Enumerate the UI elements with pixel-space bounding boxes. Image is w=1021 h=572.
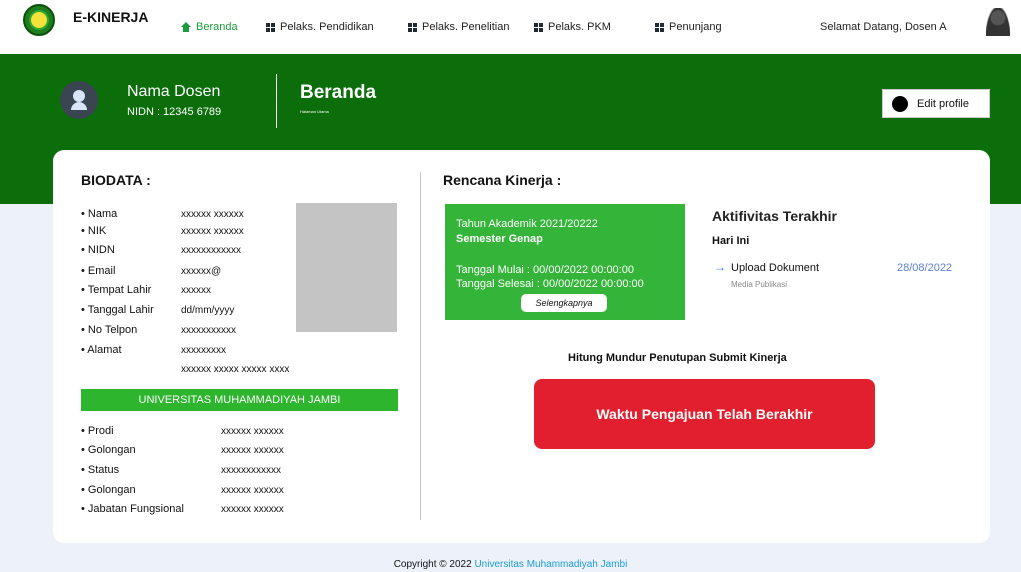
nav-beranda[interactable]: Beranda xyxy=(181,21,238,33)
nav-penelitian-label: Pelaks. Penelitian xyxy=(422,21,510,33)
brand-title[interactable]: E-KINERJA xyxy=(73,9,148,25)
page-subtitle: Halaman Utama xyxy=(300,109,329,114)
bio-label-email: • Email xyxy=(81,265,116,277)
nav-beranda-label: Beranda xyxy=(196,21,238,33)
bio-label-golongan: • Golongan xyxy=(81,444,136,456)
dosen-avatar-icon xyxy=(60,81,98,119)
aktifitas-today: Hari Ini xyxy=(712,235,750,247)
bio-value-nik: xxxxxx xxxxxx xyxy=(181,226,244,237)
grid-icon xyxy=(408,22,417,32)
selengkapnya-button[interactable]: Selengkapnya xyxy=(521,294,607,312)
footer: Copyright © 2022 Universitas Muhammadiya… xyxy=(0,559,1021,570)
profile-photo xyxy=(296,203,397,332)
logo-emblem xyxy=(29,10,49,30)
bio-value-nidn: xxxxxxxxxxxx xyxy=(181,245,241,256)
bio-label-prodi: • Prodi xyxy=(81,425,114,437)
footer-university-link[interactable]: Universitas Muhammadiyah Jambi xyxy=(474,559,627,570)
bio-label-telpon: • No Telpon xyxy=(81,324,138,336)
nav-penunjang[interactable]: Penunjang xyxy=(655,21,722,33)
bio-label-nama: • Nama xyxy=(81,208,118,220)
column-divider xyxy=(420,172,421,520)
edit-profile-button[interactable]: Edit profile xyxy=(882,89,990,118)
bio-value-nama: xxxxxx xxxxxx xyxy=(181,209,244,220)
bio-value-telpon: xxxxxxxxxxx xyxy=(181,325,236,336)
grid-icon xyxy=(266,22,275,32)
bio-label-alamat: • Alamat xyxy=(81,344,122,356)
nav-pkm-label: Pelaks. PKM xyxy=(548,21,611,33)
bio-value-jabatan: xxxxxx xxxxxx xyxy=(221,504,284,515)
aktifitas-title: Aktifivitas Terakhir xyxy=(712,208,838,224)
profile-dot-icon xyxy=(892,95,908,112)
bio-value-email: xxxxxx@ xyxy=(181,266,222,277)
bio-label-tanggal-lahir: • Tanggal Lahir xyxy=(81,304,154,316)
page-title: Beranda xyxy=(300,82,377,103)
tahun-akademik: Tahun Akademik 2021/20222 xyxy=(456,218,598,230)
bio-value-status: xxxxxxxxxxxx xyxy=(221,465,281,476)
footer-copyright: Copyright © 2022 xyxy=(393,559,475,570)
tanggal-mulai: Tanggal Mulai : 00/00/2022 00:00:00 xyxy=(456,264,634,276)
user-avatar-icon[interactable] xyxy=(986,8,1010,36)
arrow-right-icon: → xyxy=(714,260,726,274)
dosen-nidn: NIDN : 12345 6789 xyxy=(127,106,222,118)
nav-pendidikan-label: Pelaks. Pendidikan xyxy=(280,21,374,33)
university-logo[interactable] xyxy=(23,4,55,36)
welcome-text: Selamat Datang, Dosen A xyxy=(820,21,947,33)
grid-icon xyxy=(534,22,543,32)
rencana-kinerja-card: Tahun Akademik 2021/20222 Semester Genap… xyxy=(445,204,685,320)
home-icon xyxy=(181,22,191,32)
bio-value-prodi: xxxxxx xxxxxx xyxy=(221,426,284,437)
aktifitas-item-sub: Media Publikasi xyxy=(731,280,788,289)
nav-pkm[interactable]: Pelaks. PKM xyxy=(534,21,611,33)
bio-label-jabatan: • Jabatan Fungsional xyxy=(81,503,184,515)
deadline-expired-banner: Waktu Pengajuan Telah Berakhir xyxy=(534,379,875,449)
grid-icon xyxy=(655,22,664,32)
nav-penelitian[interactable]: Pelaks. Penelitian xyxy=(408,21,509,33)
bio-label-golongan-2: • Golongan xyxy=(81,484,136,496)
semester: Semester Genap xyxy=(456,233,543,245)
countdown-title: Hitung Mundur Penutupan Submit Kinerja xyxy=(568,352,787,364)
bio-label-nidn: • NIDN xyxy=(81,244,115,256)
tanggal-selesai: Tanggal Selesai : 00/00/2022 00:00:00 xyxy=(456,278,644,290)
bio-label-tempat-lahir: • Tempat Lahir xyxy=(81,284,152,296)
nav-penunjang-label: Penunjang xyxy=(669,21,722,33)
biodata-title: BIODATA : xyxy=(81,172,151,188)
banner-divider xyxy=(276,74,277,128)
top-navbar: E-KINERJA Beranda Pelaks. Pendidikan Pel… xyxy=(0,0,1021,54)
aktifitas-date: 28/08/2022 xyxy=(897,262,953,274)
bio-value-tempat-lahir: xxxxxx xyxy=(181,285,211,296)
rencana-title: Rencana Kinerja : xyxy=(443,172,562,188)
bio-label-status: • Status xyxy=(81,464,120,476)
nav-pendidikan[interactable]: Pelaks. Pendidikan xyxy=(266,21,374,33)
dosen-name: Nama Dosen xyxy=(127,83,221,100)
edit-profile-label: Edit profile xyxy=(917,97,969,110)
bio-value-golongan-2: xxxxxx xxxxxx xyxy=(221,485,284,496)
bio-value-alamat-2: xxxxxx xxxxx xxxxx xxxx xyxy=(181,364,290,375)
bio-value-tanggal-lahir: dd/mm/yyyy xyxy=(181,305,235,316)
aktifitas-item[interactable]: Upload Dokument xyxy=(731,262,819,274)
bio-value-alamat: xxxxxxxxx xyxy=(181,345,226,356)
university-bar: UNIVERSITAS MUHAMMADIYAH JAMBI xyxy=(81,389,398,411)
bio-value-golongan: xxxxxx xxxxxx xyxy=(221,445,284,456)
bio-label-nik: • NIK xyxy=(81,225,107,237)
